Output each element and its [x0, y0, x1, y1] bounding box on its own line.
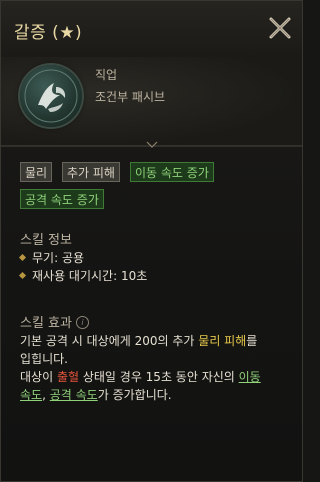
- effect-line-3: 대상이 출혈 상태일 경우 15초 동안 자신의 이동: [20, 368, 292, 386]
- effect-line-2: 입힙니다.: [20, 350, 292, 368]
- bullet-icon: [18, 271, 27, 280]
- effect-text-part: 입힙니다.: [20, 352, 68, 366]
- effect-text-part: 기본 공격 시 대상에게 200의 추가: [20, 334, 199, 348]
- tag-physical: 물리: [20, 162, 53, 182]
- bleed-keyword: 출혈: [56, 370, 80, 384]
- move-speed-link[interactable]: 이동: [239, 370, 261, 384]
- cooldown-row: 재사용 대기시간: 10초: [18, 267, 148, 284]
- skill-effect-title-text: 스킬 효과: [20, 316, 72, 331]
- tag-extra-damage: 추가 피해: [62, 162, 120, 182]
- tag-move-speed: 이동 속도 증가: [130, 162, 214, 182]
- skill-info-title: 스킬 정보: [20, 233, 72, 248]
- physical-damage-highlight: 물리 피해: [198, 334, 247, 348]
- weapon-text: 무기: 공용: [32, 251, 85, 265]
- bullet-icon: [18, 253, 27, 262]
- effect-line-4: 속도, 공격 속도가 증가합니다.: [20, 386, 292, 404]
- cooldown-text: 재사용 대기시간: 10초: [32, 269, 148, 283]
- info-icon[interactable]: i: [75, 316, 89, 329]
- skill-effect-title: 스킬 효과 i: [20, 312, 89, 331]
- divider-ornament: [1, 141, 302, 148]
- skill-effect-description: 기본 공격 시 대상에게 200의 추가 물리 피해를 입힙니다. 대상이 출혈…: [20, 332, 292, 404]
- effect-text-part: 대상이: [20, 370, 57, 384]
- effect-text-part: ,: [42, 388, 50, 402]
- effect-text-part: 가 증가합니다.: [97, 388, 172, 402]
- weapon-row: 무기: 공용: [18, 249, 85, 266]
- skill-icon: [20, 65, 82, 127]
- effect-text-part: 상태일 경우 15초 동안 자신의: [79, 370, 239, 384]
- skill-title: 갈증 (★): [14, 23, 83, 43]
- skill-tooltip-panel: 갈증 (★) 직업 조건부 패시브 물리 추가 피해 이동 속도 증가 공격 속…: [0, 0, 303, 482]
- close-icon[interactable]: [267, 15, 293, 41]
- tag-attack-speed: 공격 속도 증가: [20, 189, 104, 209]
- move-speed-link[interactable]: 속도: [20, 388, 42, 402]
- effect-text-part: 를: [246, 334, 258, 348]
- attack-speed-link[interactable]: 공격 속도: [50, 388, 98, 402]
- effect-line-1: 기본 공격 시 대상에게 200의 추가 물리 피해를: [20, 332, 292, 350]
- skill-type-label: 조건부 패시브: [95, 90, 166, 104]
- job-label: 직업: [95, 68, 118, 82]
